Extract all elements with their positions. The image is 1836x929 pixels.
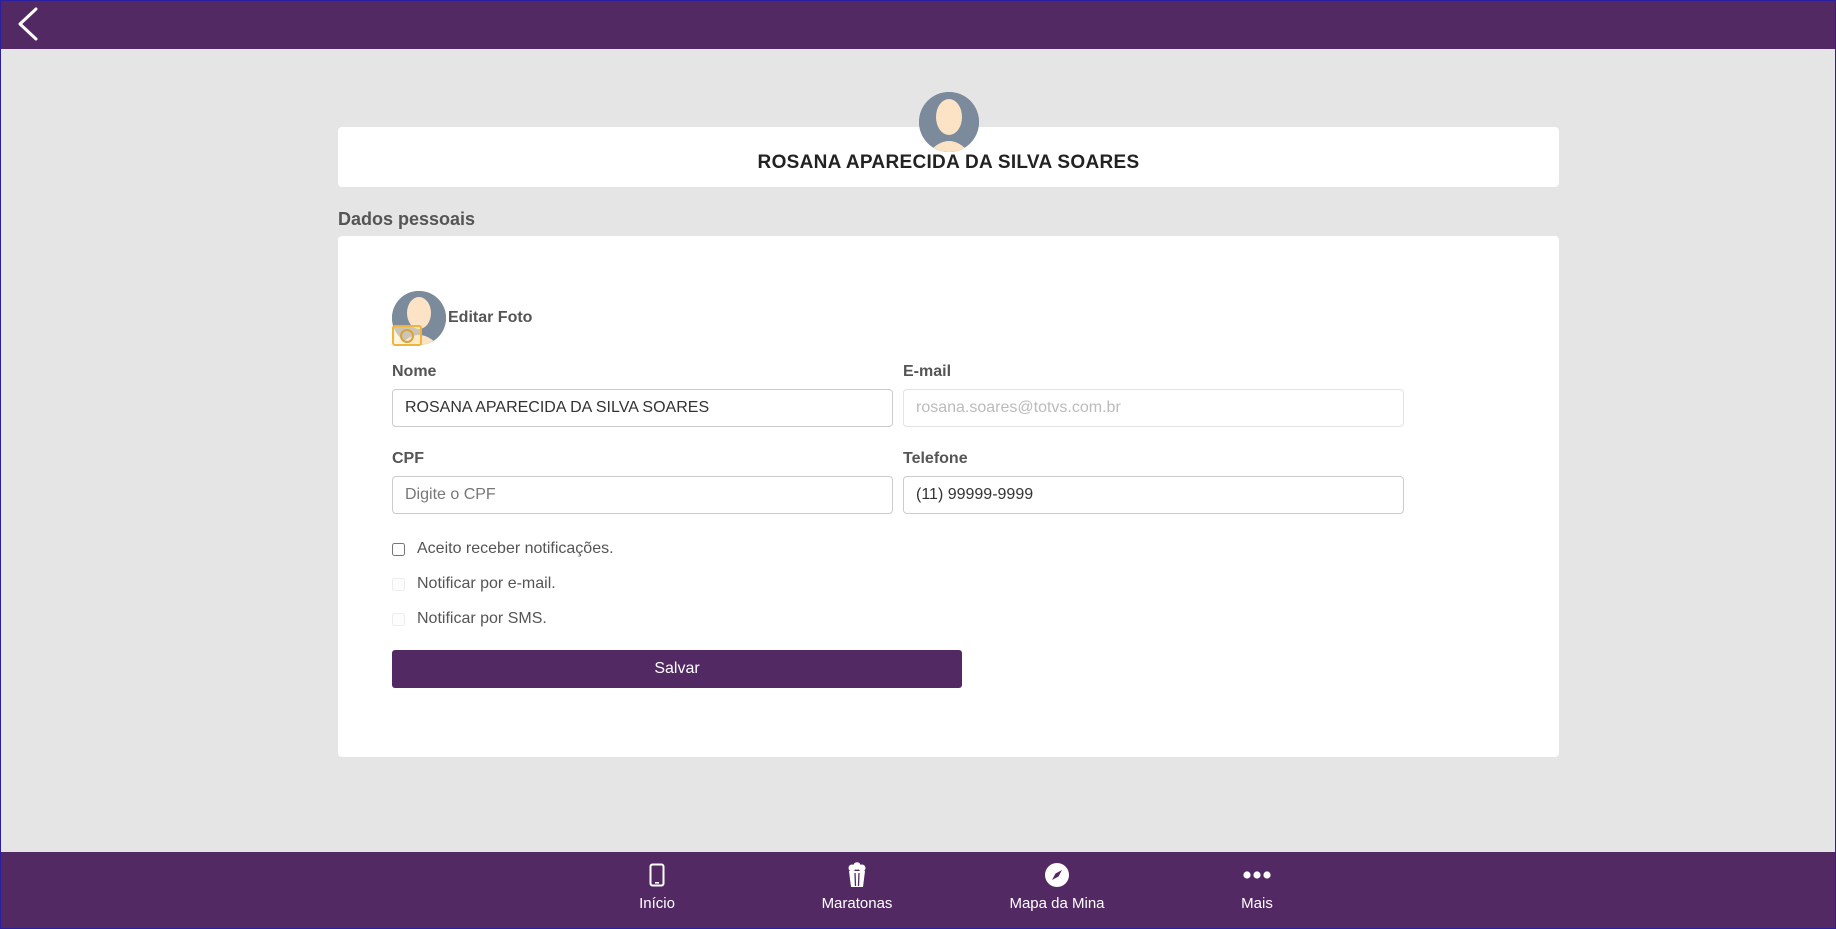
notify-email-checkbox (392, 577, 405, 591)
notify-email-label: Notificar por e-mail. (417, 575, 556, 592)
nav-label-inicio: Início (639, 895, 675, 912)
name-input[interactable] (392, 389, 893, 427)
nav-label-mapa-da-mina: Mapa da Mina (1009, 895, 1105, 912)
back-button[interactable] (8, 4, 48, 44)
nav-item-mais[interactable]: Mais (1177, 861, 1337, 921)
notify-email-row: Notificar por e-mail. (392, 575, 556, 593)
nav-label-mais: Mais (1241, 895, 1273, 912)
profile-name: ROSANA APARECIDA DA SILVA SOARES (757, 152, 1140, 173)
phone-label: Telefone (903, 450, 968, 467)
nav-item-inicio[interactable]: Início (577, 861, 737, 921)
notify-sms-row: Notificar por SMS. (392, 610, 547, 628)
email-input (903, 389, 1404, 427)
popcorn-icon (843, 861, 871, 889)
phone-icon (643, 861, 671, 889)
cpf-label: CPF (392, 450, 424, 467)
notify-sms-checkbox (392, 612, 405, 626)
compass-icon (1043, 861, 1071, 889)
name-label: Nome (392, 363, 437, 380)
nav-label-maratonas: Maratonas (821, 895, 893, 912)
cpf-input[interactable] (392, 476, 893, 514)
notify-sms-label: Notificar por SMS. (417, 610, 547, 627)
edit-photo-label[interactable]: Editar Foto (448, 309, 532, 327)
email-label: E-mail (903, 363, 952, 380)
accept-notifications-checkbox[interactable] (392, 542, 405, 556)
phone-input[interactable] (903, 476, 1404, 514)
nav-item-mapa-da-mina[interactable]: Mapa da Mina (977, 861, 1137, 921)
camera-icon[interactable] (392, 325, 422, 346)
profile-avatar (919, 92, 979, 152)
save-button[interactable]: Salvar (392, 650, 962, 688)
more-icon (1243, 861, 1271, 889)
section-title: Dados pessoais (338, 209, 476, 229)
nav-item-maratonas[interactable]: Maratonas (777, 861, 937, 921)
accept-notifications-row[interactable]: Aceito receber notificações. (392, 540, 614, 558)
chevron-left-icon (18, 7, 38, 41)
accept-notifications-label: Aceito receber notificações. (417, 540, 614, 557)
top-bar (0, 0, 1836, 49)
